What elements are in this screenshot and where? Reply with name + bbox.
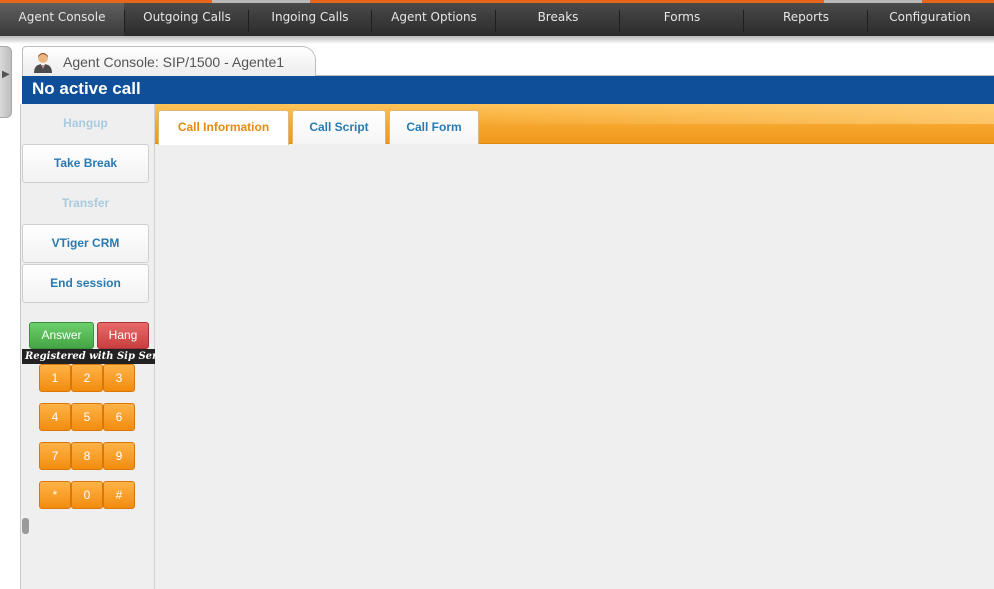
nav-separator — [867, 10, 868, 32]
nav-item-agent-console[interactable]: Agent Console — [0, 3, 124, 36]
call-status-text: No active call — [32, 79, 141, 98]
console-title: Agent Console: SIP/1500 - Agente1 — [63, 54, 285, 70]
keypad-key-2[interactable]: 2 — [71, 364, 103, 392]
keypad-key-hash[interactable]: # — [103, 481, 135, 509]
nav-item-forms[interactable]: Forms — [621, 3, 743, 36]
agent-avatar-icon — [34, 53, 52, 73]
nav-item-configuration[interactable]: Configuration — [869, 3, 991, 36]
nav-separator — [248, 10, 249, 32]
arrow-right-icon: ▶ — [2, 69, 10, 80]
keypad-key-6[interactable]: 6 — [103, 403, 135, 431]
nav-item-outgoing-calls[interactable]: Outgoing Calls — [126, 3, 248, 36]
keypad-key-8[interactable]: 8 — [71, 442, 103, 470]
vtiger-crm-button[interactable]: VTiger CRM — [22, 224, 149, 263]
keypad-key-3[interactable]: 3 — [103, 364, 135, 392]
tab-call-script[interactable]: Call Script — [292, 110, 386, 144]
nav-item-ingoing-calls[interactable]: Ingoing Calls — [250, 3, 370, 36]
keypad-key-0[interactable]: 0 — [71, 481, 103, 509]
keypad-key-9[interactable]: 9 — [103, 442, 135, 470]
agent-sidebar: Hangup Take Break Transfer VTiger CRM En… — [20, 104, 155, 589]
keypad-key-4[interactable]: 4 — [39, 403, 71, 431]
hangup-button[interactable]: Hangup — [22, 104, 149, 143]
transfer-button[interactable]: Transfer — [22, 184, 149, 223]
main-content-area: Call Information Call Script Call Form — [155, 104, 994, 589]
top-navigation-bar: Agent Console Outgoing Calls Ingoing Cal… — [0, 0, 994, 36]
tab-call-information[interactable]: Call Information — [158, 110, 289, 145]
hang-button[interactable]: Hang — [97, 322, 149, 349]
nav-separator — [371, 10, 372, 32]
nav-separator — [124, 10, 125, 32]
tab-strip: Call Information Call Script Call Form — [155, 104, 994, 145]
sip-registration-status: Registered with Sip Server — [22, 349, 155, 364]
call-status-bar: No active call — [22, 76, 994, 104]
keypad-key-5[interactable]: 5 — [71, 403, 103, 431]
nav-item-reports[interactable]: Reports — [745, 3, 867, 36]
nav-separator — [495, 10, 496, 32]
tab-call-form[interactable]: Call Form — [389, 110, 479, 144]
nav-item-agent-options[interactable]: Agent Options — [373, 3, 495, 36]
nav-separator — [743, 10, 744, 32]
answer-button[interactable]: Answer — [29, 322, 94, 349]
keypad-key-star[interactable]: * — [39, 481, 71, 509]
scrollbar-thumb[interactable] — [22, 518, 29, 534]
nav-shadow — [0, 36, 994, 44]
console-tab: Agent Console: SIP/1500 - Agente1 — [22, 46, 316, 76]
tab-strip-highlight — [474, 104, 994, 124]
keypad-key-7[interactable]: 7 — [39, 442, 71, 470]
keypad-key-1[interactable]: 1 — [39, 364, 71, 392]
sidebar-collapse-handle[interactable]: ▶ — [0, 46, 12, 118]
take-break-button[interactable]: Take Break — [22, 144, 149, 183]
nav-separator — [619, 10, 620, 32]
nav-item-breaks[interactable]: Breaks — [497, 3, 619, 36]
end-session-button[interactable]: End session — [22, 264, 149, 303]
